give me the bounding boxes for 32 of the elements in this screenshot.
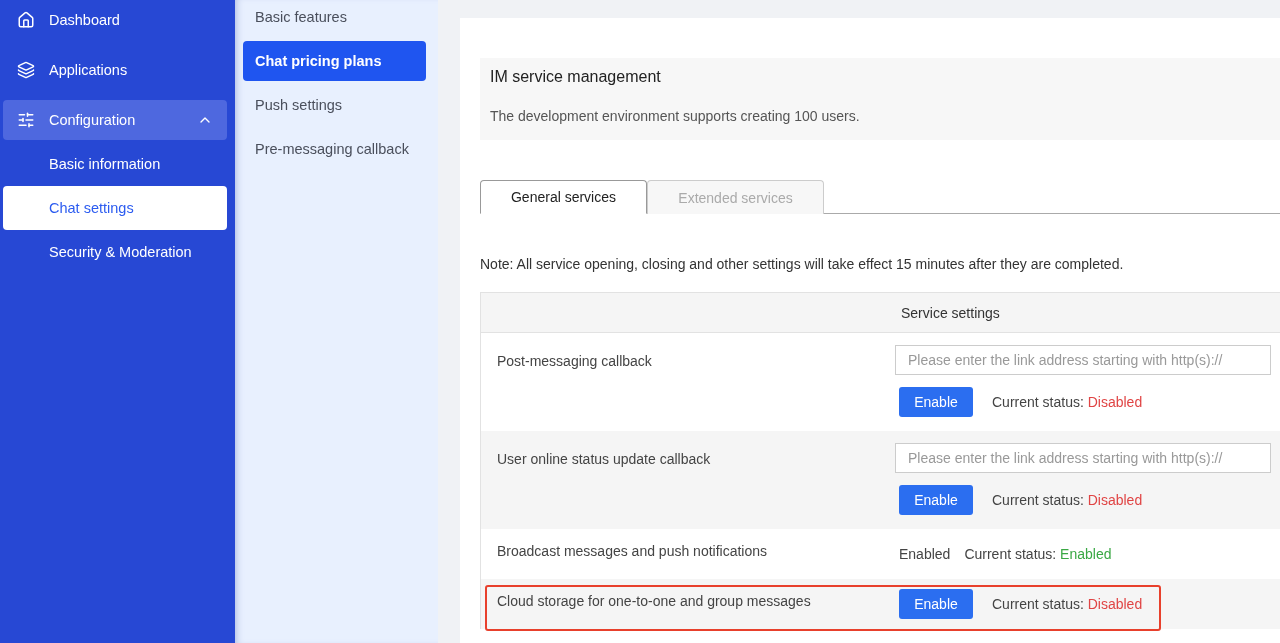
tab[interactable]: General services (480, 180, 647, 214)
service-state: Enabled (899, 546, 951, 562)
service-name: Cloud storage for one-to-one and group messages (496, 592, 812, 611)
enable-button[interactable]: Enable (899, 387, 973, 417)
service-name: Post-messaging callback (496, 352, 653, 371)
note-text: Note: All service opening, closing and other settings will take effect 15 minutes after they are completed. (480, 256, 1125, 272)
sidebar-subitem[interactable]: Basic information (3, 142, 227, 186)
status-label: Current status: Disabled (992, 394, 1143, 410)
status-label: Current status: Disabled (992, 492, 1143, 508)
sidebar-item[interactable]: Configuration (3, 100, 227, 140)
subnav-item[interactable]: Basic features (243, 0, 426, 37)
service-name: User online status update callback (496, 450, 712, 469)
subnav-item[interactable]: Push settings (243, 85, 426, 125)
page-description: The development environment supports creating 100 users. (490, 108, 861, 124)
url-input-field[interactable]: Please enter the link address starting with http(s):// (895, 345, 1271, 375)
enable-button[interactable]: Enable (899, 485, 973, 515)
sidebar-subitem[interactable]: Chat settings (3, 186, 227, 230)
layers-icon (17, 61, 35, 79)
sidebar-item[interactable]: Dashboard (3, 0, 227, 45)
sidebar-subitem[interactable]: Security & Moderation (3, 230, 227, 274)
sidebar-item[interactable]: Applications (3, 45, 227, 95)
url-input-field[interactable]: Please enter the link address starting with http(s):// (895, 443, 1271, 473)
enable-button[interactable]: Enable (899, 589, 973, 619)
service-name: Broadcast messages and push notifications (496, 542, 769, 561)
sliders-icon (17, 111, 35, 129)
page-title: IM service management (490, 68, 662, 86)
status-label: Current status: Disabled (992, 596, 1143, 612)
status-label: Current status: Enabled (964, 546, 1112, 562)
subnav-item[interactable]: Chat pricing plans (243, 41, 426, 81)
subnav-item[interactable]: Pre-messaging callback (243, 129, 426, 169)
home-icon (17, 11, 35, 29)
column-header: Service settings (900, 304, 1001, 321)
